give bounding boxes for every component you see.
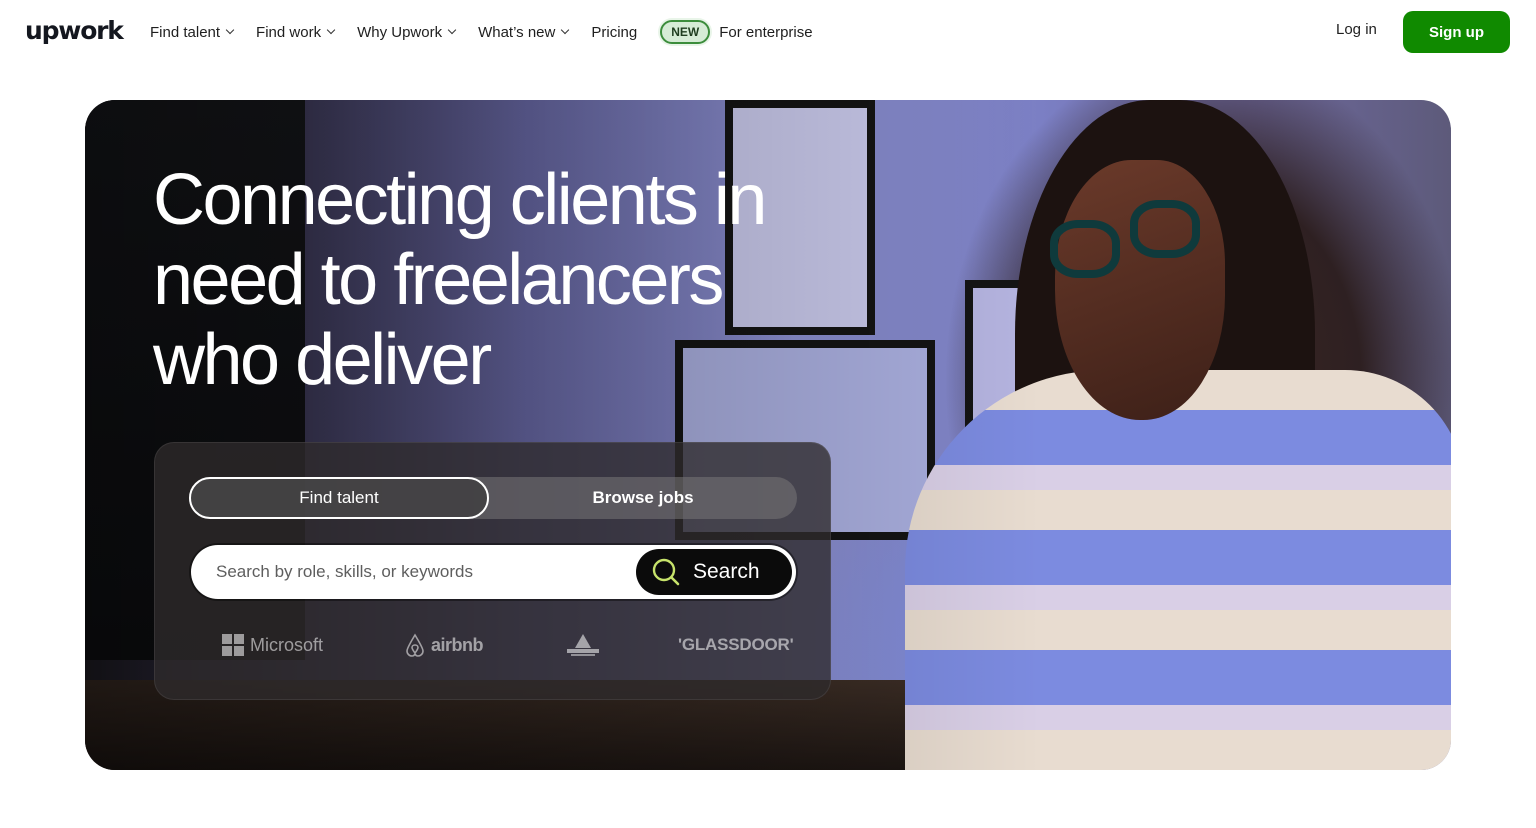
nav-find-work-label: Find work: [256, 23, 322, 41]
upwork-logo[interactable]: upwork: [25, 16, 124, 46]
nav-for-enterprise[interactable]: For enterprise: [719, 24, 812, 41]
hero-headline-line-1: Connecting clients in: [153, 160, 767, 240]
search-button[interactable]: Search: [636, 549, 792, 595]
nav-find-work[interactable]: Find work: [256, 23, 336, 41]
microsoft-logo: Microsoft: [222, 628, 323, 662]
microsoft-logo-text: Microsoft: [250, 634, 324, 655]
hero-banner: Connecting clients in need to freelancer…: [85, 100, 1451, 770]
nav-for-enterprise-label: For enterprise: [719, 23, 813, 41]
search-panel: Find talent Browse jobs Search Microsoft: [154, 442, 831, 700]
tab-find-talent[interactable]: Find talent: [189, 477, 489, 519]
chevron-down-icon: [447, 25, 457, 35]
hero-headline-line-3: who deliver: [153, 320, 492, 400]
microsoft-icon: [222, 634, 244, 656]
nav-why-upwork[interactable]: Why Upwork: [357, 23, 457, 41]
search-bar: Search: [191, 545, 796, 599]
nav-find-talent[interactable]: Find talent: [150, 23, 235, 41]
glassdoor-logo: 'GLASSDOOR': [678, 635, 794, 654]
airbnb-icon: [403, 632, 427, 658]
chevron-down-icon: [561, 25, 570, 35]
chevron-down-icon: [326, 25, 336, 35]
nav-why-upwork-label: Why Upwork: [357, 23, 443, 41]
top-nav-bar: upwork Find talent Find work Why Upwork …: [0, 0, 1536, 64]
signup-button[interactable]: Sign up: [1403, 11, 1510, 53]
login-link[interactable]: Log in: [1336, 21, 1377, 38]
trusted-by-logos: Microsoft airbnb bissell 'GLASSDOOR': [155, 628, 832, 662]
new-badge: NEW: [660, 20, 711, 44]
nav-whats-new-label: What’s new: [478, 23, 556, 41]
nav-pricing[interactable]: Pricing: [591, 24, 637, 41]
search-icon: [651, 557, 681, 587]
tab-browse-jobs[interactable]: Browse jobs: [489, 477, 797, 519]
search-button-label: Search: [693, 560, 760, 583]
nav-pricing-label: Pricing: [591, 23, 638, 41]
main-nav: Find talent Find work Why Upwork What’s …: [150, 20, 836, 44]
nav-find-talent-label: Find talent: [150, 23, 221, 41]
hero-headline-line-2: need to freelancers: [153, 240, 724, 320]
hero-headline: Connecting clients in need to freelancer…: [153, 160, 893, 400]
search-input[interactable]: [216, 545, 616, 599]
airbnb-logo: airbnb: [403, 628, 484, 662]
airbnb-logo-text: airbnb: [431, 634, 484, 655]
search-mode-toggle: Find talent Browse jobs: [189, 477, 797, 519]
nav-whats-new[interactable]: What’s new: [478, 23, 570, 41]
chevron-down-icon: [225, 25, 235, 35]
bissell-logo: bissell: [565, 628, 601, 662]
